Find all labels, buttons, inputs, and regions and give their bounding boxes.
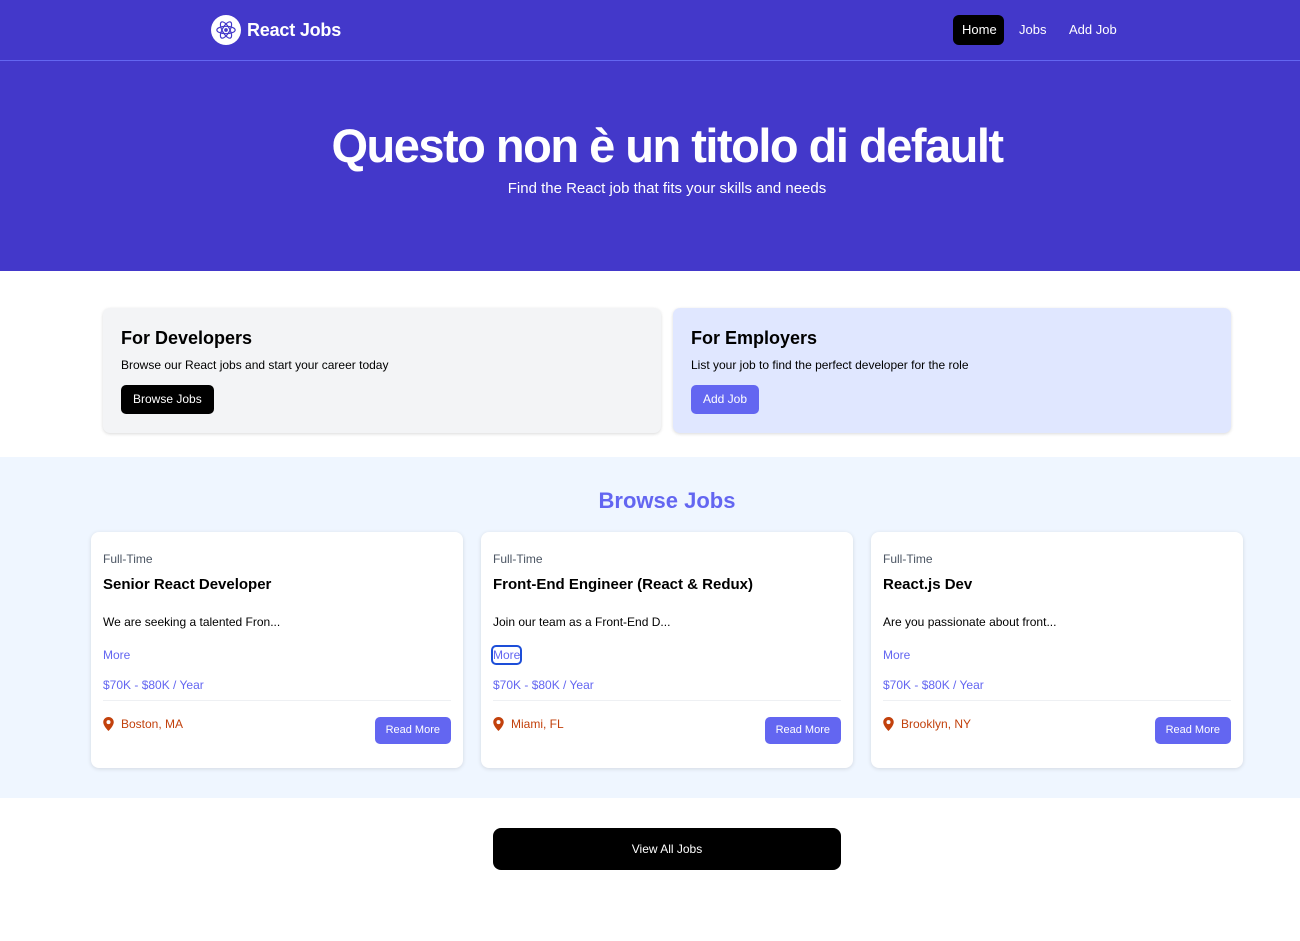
job-type: Full-Time bbox=[103, 552, 153, 566]
nav-link-add-job[interactable]: Add Job bbox=[1060, 15, 1126, 45]
add-job-button[interactable]: Add Job bbox=[691, 385, 760, 414]
brand-link[interactable]: React Jobs bbox=[211, 15, 341, 45]
read-more-button[interactable]: Read More bbox=[1154, 717, 1231, 744]
job-description: Join our team as a Front-End D... bbox=[493, 615, 671, 629]
developers-card-title: For Developers bbox=[121, 328, 253, 348]
developers-card-text: Browse our React jobs and start your car… bbox=[121, 358, 389, 372]
hero-subtitle: Find the React job that fits your skills… bbox=[507, 180, 827, 197]
job-location-text: Brooklyn, NY bbox=[901, 717, 972, 731]
hero: Questo non è un titolo di default Find t… bbox=[0, 61, 1300, 271]
job-location: Miami, FL bbox=[493, 717, 564, 731]
employers-card-text: List your job to find the perfect develo… bbox=[691, 358, 969, 372]
nav-link-home[interactable]: Home bbox=[953, 15, 1004, 45]
developers-card: For Developers Browse our React jobs and… bbox=[103, 308, 661, 433]
divider bbox=[493, 700, 841, 701]
job-salary: $70K - $80K / Year bbox=[493, 678, 594, 692]
nav-link-jobs[interactable]: Jobs bbox=[1010, 15, 1055, 45]
hero-title: Questo non è un titolo di default bbox=[331, 119, 1004, 172]
brand-name: React Jobs bbox=[247, 19, 342, 40]
map-pin-icon bbox=[103, 717, 114, 731]
navbar: React Jobs Home Jobs Add Job bbox=[0, 0, 1300, 61]
react-atom-icon bbox=[211, 15, 241, 45]
browse-jobs-title: Browse Jobs bbox=[598, 488, 736, 513]
job-type: Full-Time bbox=[493, 552, 543, 566]
divider bbox=[103, 700, 451, 701]
map-pin-icon bbox=[493, 717, 504, 731]
employers-card: For Employers List your job to find the … bbox=[673, 308, 1231, 433]
job-location: Brooklyn, NY bbox=[883, 717, 971, 731]
job-more-link[interactable]: More bbox=[103, 647, 130, 663]
job-location-text: Boston, MA bbox=[121, 717, 184, 731]
job-card: Full-Time React.js Dev Are you passionat… bbox=[871, 532, 1243, 768]
job-title: React.js Dev bbox=[883, 576, 973, 593]
job-card: Full-Time Senior React Developer We are … bbox=[91, 532, 463, 768]
map-pin-icon bbox=[883, 717, 894, 731]
read-more-button[interactable]: Read More bbox=[764, 717, 841, 744]
divider bbox=[883, 700, 1231, 701]
browse-jobs-section: Browse Jobs Full-Time Senior React Devel… bbox=[0, 457, 1300, 798]
job-salary: $70K - $80K / Year bbox=[883, 678, 984, 692]
job-more-link[interactable]: More bbox=[883, 647, 910, 663]
job-more-link[interactable]: More bbox=[490, 645, 523, 665]
job-title: Front-End Engineer (React & Redux) bbox=[493, 576, 754, 593]
job-description: We are seeking a talented Fron... bbox=[103, 615, 281, 629]
job-location: Boston, MA bbox=[103, 717, 183, 731]
job-salary: $70K - $80K / Year bbox=[103, 678, 204, 692]
view-all-jobs-button[interactable]: View All Jobs bbox=[493, 828, 841, 870]
job-type: Full-Time bbox=[883, 552, 933, 566]
read-more-button[interactable]: Read More bbox=[374, 717, 451, 744]
job-card: Full-Time Front-End Engineer (React & Re… bbox=[481, 532, 853, 768]
job-description: Are you passionate about front... bbox=[883, 615, 1057, 629]
employers-card-title: For Employers bbox=[691, 328, 818, 348]
browse-jobs-button[interactable]: Browse Jobs bbox=[121, 385, 214, 414]
job-location-text: Miami, FL bbox=[511, 717, 564, 731]
job-title: Senior React Developer bbox=[103, 576, 272, 593]
